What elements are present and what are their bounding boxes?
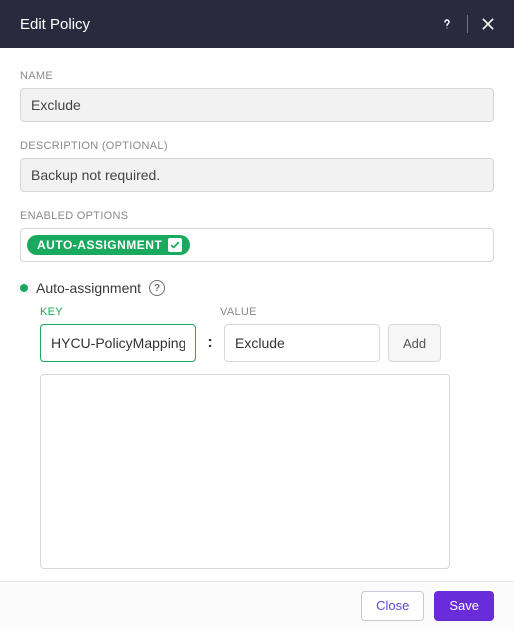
name-input[interactable] bbox=[20, 88, 494, 122]
enabled-options-box[interactable]: AUTO-ASSIGNMENT bbox=[20, 228, 494, 262]
close-icon[interactable] bbox=[478, 14, 498, 34]
header-divider bbox=[467, 15, 468, 33]
dialog-body: NAME DESCRIPTION (OPTIONAL) ENABLED OPTI… bbox=[0, 48, 514, 581]
enabled-options-label: ENABLED OPTIONS bbox=[20, 210, 494, 222]
description-label: DESCRIPTION (OPTIONAL) bbox=[20, 140, 494, 152]
header-actions bbox=[437, 14, 498, 34]
chip-label: AUTO-ASSIGNMENT bbox=[37, 238, 162, 252]
mappings-list bbox=[40, 374, 450, 569]
check-icon bbox=[168, 238, 182, 252]
status-dot-icon bbox=[20, 284, 28, 292]
edit-policy-dialog: Edit Policy NAME DESCRIPTION (OPTIONAL) … bbox=[0, 0, 514, 629]
key-input[interactable] bbox=[40, 324, 196, 362]
kv-row: : Add bbox=[40, 324, 494, 362]
auto-assignment-title: Auto-assignment bbox=[36, 280, 141, 296]
colon-separator: : bbox=[204, 334, 216, 352]
description-input[interactable] bbox=[20, 158, 494, 192]
dialog-header: Edit Policy bbox=[0, 0, 514, 48]
name-label: NAME bbox=[20, 70, 494, 82]
dialog-title: Edit Policy bbox=[20, 16, 437, 33]
add-button[interactable]: Add bbox=[388, 324, 441, 362]
dialog-footer: Close Save bbox=[0, 581, 514, 629]
auto-assignment-section-header: Auto-assignment ? bbox=[20, 280, 494, 296]
close-button[interactable]: Close bbox=[361, 591, 424, 621]
question-icon[interactable]: ? bbox=[149, 280, 165, 296]
name-group: NAME bbox=[20, 70, 494, 122]
auto-assignment-chip[interactable]: AUTO-ASSIGNMENT bbox=[27, 235, 190, 255]
key-value-area: KEY VALUE : Add bbox=[20, 306, 494, 362]
save-button[interactable]: Save bbox=[434, 591, 494, 621]
value-input[interactable] bbox=[224, 324, 380, 362]
kv-labels: KEY VALUE bbox=[40, 306, 494, 318]
help-icon[interactable] bbox=[437, 14, 457, 34]
enabled-options-group: ENABLED OPTIONS AUTO-ASSIGNMENT bbox=[20, 210, 494, 262]
description-group: DESCRIPTION (OPTIONAL) bbox=[20, 140, 494, 192]
key-label: KEY bbox=[40, 306, 196, 318]
value-label: VALUE bbox=[220, 306, 376, 318]
